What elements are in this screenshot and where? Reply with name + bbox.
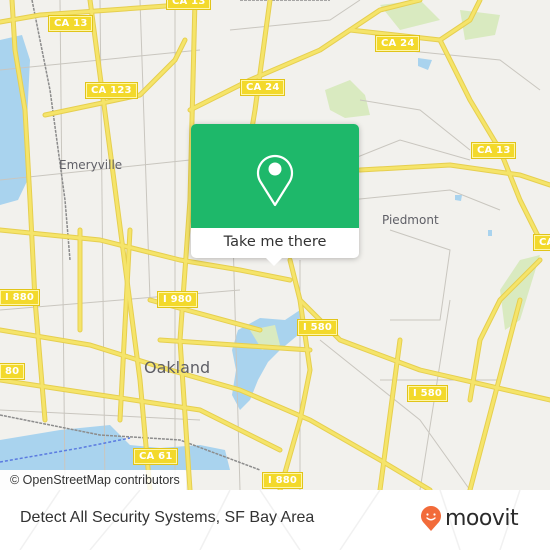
highway-shield: CA: [532, 234, 550, 251]
place-label-oakland: Oakland: [144, 358, 211, 377]
highway-shield: CA 24: [374, 35, 421, 52]
map-pin-icon: [256, 154, 294, 207]
place-label-emeryville: Emeryville: [59, 158, 123, 172]
highway-shield: 80: [0, 363, 26, 380]
place-label-piedmont: Piedmont: [382, 213, 439, 227]
popup-pointer: [266, 258, 282, 266]
highway-shield: CA 61: [132, 448, 179, 465]
highway-shield: CA 13: [47, 15, 94, 32]
location-popup: Take me there: [191, 124, 359, 266]
footer: Detect All Security Systems, SF Bay Area…: [0, 490, 550, 550]
moovit-wordmark: moovit: [445, 506, 519, 531]
highway-shield: I 880: [261, 472, 304, 489]
highway-shield: CA 123: [85, 82, 138, 99]
popup-header: [191, 124, 359, 228]
place-title: Detect All Security Systems, SF Bay Area: [20, 509, 315, 526]
moovit-smile-pin-icon: [421, 506, 441, 531]
park-1: [325, 80, 370, 118]
highway-shield: I 980: [156, 291, 199, 308]
take-me-there-button[interactable]: Take me there: [191, 228, 359, 258]
lake-small: [418, 58, 432, 70]
map[interactable]: Emeryville Piedmont Oakland CA 13 CA 13 …: [0, 0, 550, 490]
pond-1: [455, 195, 462, 201]
moovit-logo[interactable]: moovit: [420, 502, 519, 536]
highway-shield: I 880: [0, 289, 41, 306]
map-attribution[interactable]: © OpenStreetMap contributors: [0, 470, 186, 490]
highway-shield: CA 13: [165, 0, 212, 10]
highway-shield: CA 13: [470, 142, 517, 159]
estuary-water: [0, 425, 230, 470]
highway-shield: I 580: [296, 319, 339, 336]
highway-shield: CA 24: [239, 79, 286, 96]
highway-shield: I 580: [406, 385, 449, 402]
pond-2: [488, 230, 492, 236]
